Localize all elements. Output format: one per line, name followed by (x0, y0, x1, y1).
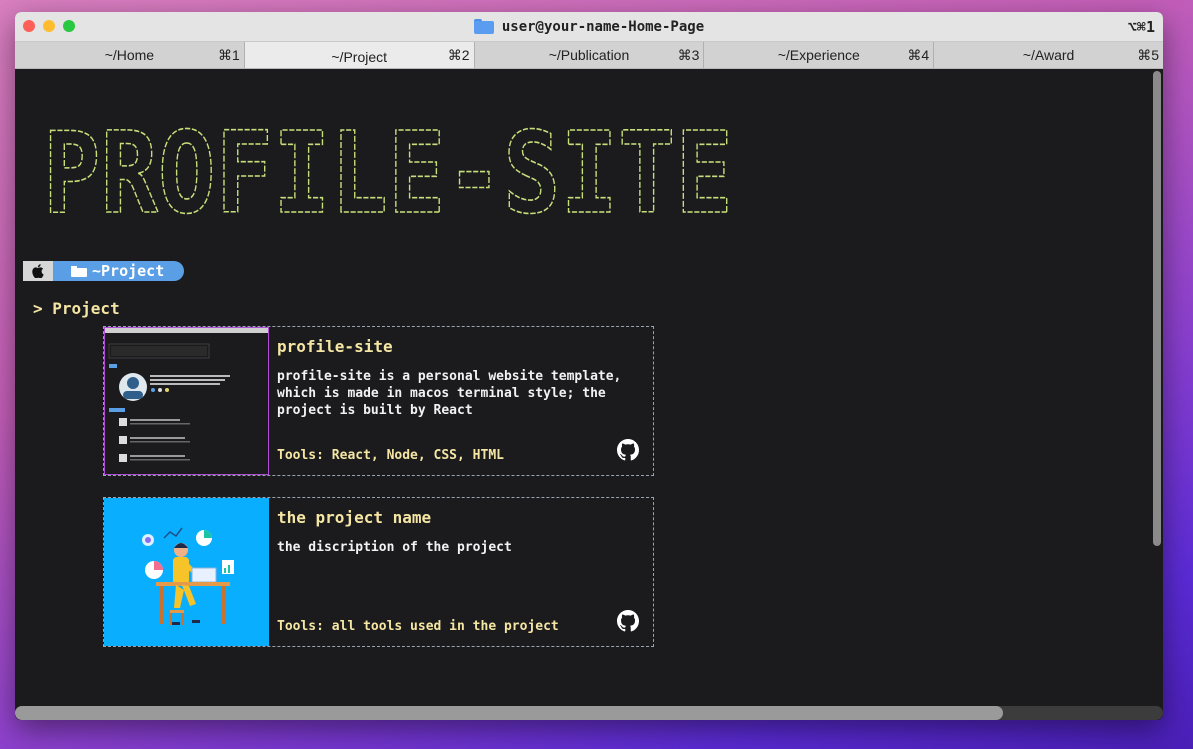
title-bar: user@your-name-Home-Page ⌥⌘1 (15, 12, 1163, 42)
github-icon[interactable] (617, 439, 639, 461)
tab-award[interactable]: ~/Award ⌘5 (934, 42, 1163, 68)
project-info: the project name the discription of the … (269, 498, 653, 646)
tab-label: ~/Home (104, 47, 155, 63)
tab-home[interactable]: ~/Home ⌘1 (15, 42, 245, 68)
ascii-banner: PROFILE-SITE (42, 108, 743, 240)
tab-label: ~/Award (1022, 47, 1075, 63)
terminal-window: user@your-name-Home-Page ⌥⌘1 ~/Home ⌘1 ~… (15, 12, 1163, 720)
vertical-scroll-thumb[interactable] (1153, 71, 1161, 546)
folder-icon (71, 265, 87, 277)
project-description: the discription of the project (277, 540, 512, 555)
developer-illustration-image (104, 498, 269, 646)
close-button[interactable] (23, 20, 35, 32)
current-directory-label: ~Project (92, 262, 165, 280)
project-tools: Tools: all tools used in the project (277, 619, 559, 634)
tab-label: ~/Publication (548, 47, 630, 63)
tab-label: ~/Project (331, 49, 388, 65)
tab-project[interactable]: ~/Project ⌘2 (244, 42, 475, 68)
tab-label: ~/Experience (777, 47, 860, 63)
tab-shortcut: ⌘4 (907, 47, 930, 63)
tab-shortcut: ⌘1 (218, 47, 240, 63)
project-name[interactable]: profile-site (277, 337, 645, 356)
tab-experience[interactable]: ~/Experience ⌘4 (704, 42, 935, 68)
horizontal-scroll-thumb[interactable] (15, 706, 1003, 720)
project-name[interactable]: the project name (277, 508, 645, 527)
vertical-scrollbar[interactable] (1151, 69, 1163, 704)
horizontal-scrollbar[interactable] (15, 704, 1163, 720)
apple-icon (32, 264, 44, 278)
apple-segment (23, 261, 53, 281)
terminal-content: PROFILE-SITE ~Project > Project profile-… (15, 69, 1151, 704)
window-title: user@your-name-Home-Page (473, 18, 705, 35)
current-directory: ~Project (53, 261, 185, 281)
section-title: > Project (33, 299, 120, 318)
project-info: profile-site profile-site is a personal … (269, 327, 653, 475)
tab-shortcut: ⌘3 (677, 47, 700, 63)
banner-graphic: PROFILE-SITE (42, 108, 734, 240)
tab-shortcut: ⌘5 (1137, 47, 1159, 63)
project-card: profile-site profile-site is a personal … (103, 326, 654, 476)
minimize-button[interactable] (43, 20, 55, 32)
project-thumbnail[interactable] (104, 498, 269, 646)
project-description: profile-site is a personal website templ… (277, 369, 622, 418)
project-thumbnail[interactable] (104, 327, 269, 475)
window-title-text: user@your-name-Home-Page (501, 18, 705, 35)
tab-shortcut: ⌘2 (447, 47, 470, 63)
tab-bar: ~/Home ⌘1 ~/Project ⌘2 ~/Publication ⌘3 … (15, 42, 1163, 69)
window-shortcut: ⌥⌘1 (1127, 18, 1155, 36)
folder-icon (473, 19, 494, 34)
zoom-button[interactable] (63, 20, 75, 32)
window-controls (23, 20, 75, 32)
banner-text: PROFILE-SITE (43, 124, 733, 224)
prompt-bar: ~Project (23, 261, 185, 281)
project-tools: Tools: React, Node, CSS, HTML (277, 448, 504, 463)
tab-publication[interactable]: ~/Publication ⌘3 (474, 42, 705, 68)
project-card: the project name the discription of the … (103, 497, 654, 647)
github-icon[interactable] (617, 610, 639, 632)
screenshot-preview-image (105, 328, 268, 474)
